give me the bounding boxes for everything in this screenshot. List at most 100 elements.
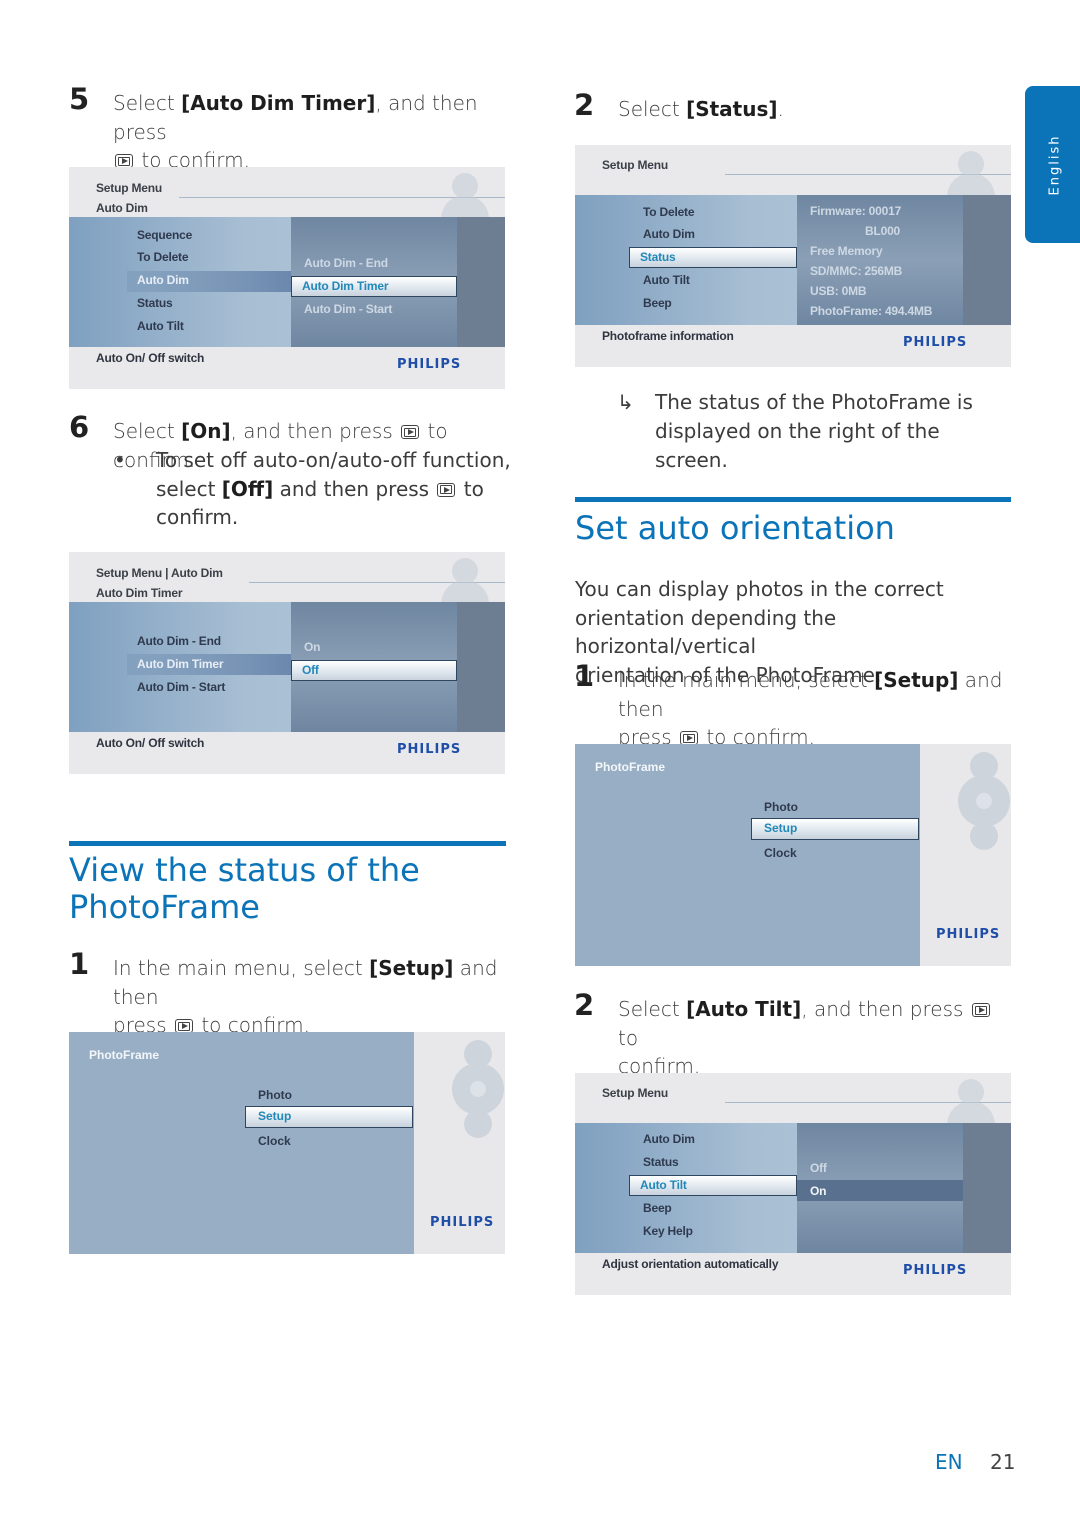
menu-item[interactable]: Key Help — [643, 1224, 693, 1238]
step-text: In the main menu, select — [618, 668, 875, 692]
step-number: 2 — [574, 88, 595, 122]
menu-item[interactable]: To Delete — [643, 205, 695, 219]
page-language: EN — [935, 1450, 963, 1474]
play-confirm-button-icon — [679, 731, 698, 745]
screen-title: PhotoFrame — [89, 1048, 160, 1062]
menu-item[interactable]: Auto Dim - End — [137, 634, 221, 648]
step-bold-text: [Setup] — [874, 668, 959, 692]
intro-text: You can display photos in the correct — [575, 577, 944, 601]
step-bold-text: [On] — [181, 419, 231, 443]
setup-menu-screenshot-auto-tilt: Setup Menu Auto Dim Status Beep Key Help… — [575, 1073, 1011, 1295]
remote-nav-icon — [450, 1038, 506, 1138]
philips-logo: PHILIPS — [430, 1215, 495, 1230]
setup-menu-screenshot-auto-dim-timer: Setup Menu | Auto Dim Auto Dim Timer Aut… — [69, 552, 505, 774]
menu-edge-panel — [457, 217, 505, 347]
step-number: 6 — [69, 410, 90, 444]
screen-subheader: Auto Dim — [96, 201, 148, 215]
screen-footer-hint: Photoframe information — [602, 329, 734, 343]
main-menu-panel — [69, 1032, 414, 1254]
section-title-view-status: View the status of the PhotoFrame — [69, 852, 420, 926]
submenu-item[interactable]: On — [304, 640, 320, 654]
play-confirm-button-icon — [971, 1003, 990, 1017]
main-menu-panel — [575, 744, 920, 966]
result-arrow-icon: ↳ — [617, 390, 634, 414]
step-text: . — [777, 97, 784, 121]
step-bold-text: [Status] — [686, 97, 778, 121]
remote-nav-icon — [956, 750, 1012, 850]
bullet-text: confirm. — [156, 505, 239, 529]
intro-text: orientation depending the horizontal/ver… — [575, 605, 837, 659]
menu-item[interactable]: Auto Dim - Start — [137, 680, 225, 694]
option-item-active[interactable]: On — [810, 1184, 826, 1198]
selected-label: Status — [640, 250, 676, 264]
menu-item-selected[interactable]: Auto Tilt — [629, 1175, 797, 1196]
step-2-select-auto-tilt: 2 Select [Auto Tilt], and then press to … — [574, 991, 1018, 1081]
option-item[interactable]: Off — [810, 1161, 827, 1175]
menu-item-selected[interactable]: Status — [629, 247, 797, 268]
step-result: ↳ The status of the PhotoFrame is displa… — [617, 388, 1015, 475]
status-firmware: Firmware: 00017 — [810, 204, 902, 218]
screen-header: Setup Menu | Auto Dim — [96, 566, 223, 580]
selected-label: Auto Tilt — [640, 1178, 687, 1192]
step-bold-text: [Auto Dim Timer] — [181, 91, 376, 115]
menu-item[interactable]: Auto Tilt — [643, 273, 690, 287]
main-menu-item[interactable]: Photo — [258, 1088, 292, 1102]
menu-item[interactable]: Auto Dim — [643, 1132, 695, 1146]
submenu-item-selected[interactable]: Off — [291, 660, 457, 681]
bullet-text: To set off auto-on/auto-off function, — [156, 448, 511, 472]
status-usb: USB: 0MB — [810, 284, 867, 298]
play-confirm-button-icon — [115, 154, 133, 168]
step-bold-text: [Auto Tilt] — [686, 997, 802, 1021]
submenu-item-selected[interactable]: Auto Dim Timer — [291, 276, 457, 297]
philips-logo: PHILIPS — [903, 1263, 968, 1278]
main-menu-item[interactable]: Photo — [764, 800, 798, 814]
menu-item-active[interactable]: Auto Dim Timer — [137, 657, 224, 671]
screen-header: Setup Menu — [602, 1086, 668, 1100]
play-confirm-button-icon — [401, 425, 420, 439]
submenu-item[interactable]: Auto Dim - Start — [304, 302, 392, 316]
step-1-view-status: 1 In the main menu, select [Setup] and t… — [69, 950, 513, 1040]
main-menu-item[interactable]: Clock — [764, 846, 797, 860]
play-confirm-button-icon — [437, 482, 456, 497]
screen-subheader: Auto Dim Timer — [96, 586, 183, 600]
menu-item[interactable]: Status — [137, 296, 173, 310]
step-text: In the main menu, select — [113, 956, 370, 980]
menu-item[interactable]: Sequence — [137, 228, 192, 242]
selected-label: Auto Dim Timer — [302, 279, 389, 293]
status-bootloader: BL000 — [865, 224, 901, 238]
status-sd-mmc: SD/MMC: 256MB — [810, 264, 903, 278]
menu-item[interactable]: Beep — [643, 1201, 672, 1215]
photoframe-main-menu-screenshot: PhotoFrame Photo Setup Clock PHILIPS — [575, 744, 1011, 966]
section-divider — [69, 841, 506, 846]
status-free-memory-label: Free Memory — [810, 244, 883, 258]
page-number: 21 — [990, 1450, 1016, 1474]
step-5: 5 Select [Auto Dim Timer], and then pres… — [69, 85, 513, 175]
menu-item[interactable]: Beep — [643, 296, 672, 310]
result-text: The status of the PhotoFrame is — [655, 390, 973, 414]
step-number: 1 — [69, 947, 90, 981]
main-menu-item-selected[interactable]: Setup — [245, 1106, 413, 1128]
section-title-auto-orientation: Set auto orientation — [575, 509, 895, 547]
menu-item[interactable]: Status — [643, 1155, 679, 1169]
screen-footer-hint: Auto On/ Off switch — [96, 351, 205, 365]
step-number: 2 — [574, 988, 595, 1022]
language-tab-label: English — [1047, 134, 1063, 195]
menu-item[interactable]: Auto Tilt — [137, 319, 184, 333]
setup-menu-screenshot-status: Setup Menu To Delete Auto Dim Auto Tilt … — [575, 145, 1011, 367]
menu-item-active[interactable]: Auto Dim — [137, 273, 189, 287]
step-2-select-status: 2 Select [Status]. — [574, 91, 1018, 124]
screen-footer-hint: Adjust orientation automatically — [602, 1257, 779, 1271]
step-text: to — [618, 1025, 639, 1050]
menu-item[interactable]: Auto Dim — [643, 227, 695, 241]
menu-left-panel: Sequence To Delete Auto Dim Status Auto … — [69, 217, 291, 347]
photoframe-main-menu-screenshot: PhotoFrame Photo Setup Clock PHILIPS — [69, 1032, 505, 1254]
main-menu-item-selected[interactable]: Setup — [751, 818, 919, 840]
submenu-item[interactable]: Auto Dim - End — [304, 256, 388, 270]
philips-logo: PHILIPS — [936, 927, 1001, 942]
philips-logo: PHILIPS — [903, 335, 968, 350]
step-number: 1 — [574, 659, 595, 693]
bullet-text: to — [457, 476, 484, 501]
menu-body: Sequence To Delete Auto Dim Status Auto … — [69, 217, 505, 347]
menu-item[interactable]: To Delete — [137, 250, 189, 264]
main-menu-item[interactable]: Clock — [258, 1134, 291, 1148]
